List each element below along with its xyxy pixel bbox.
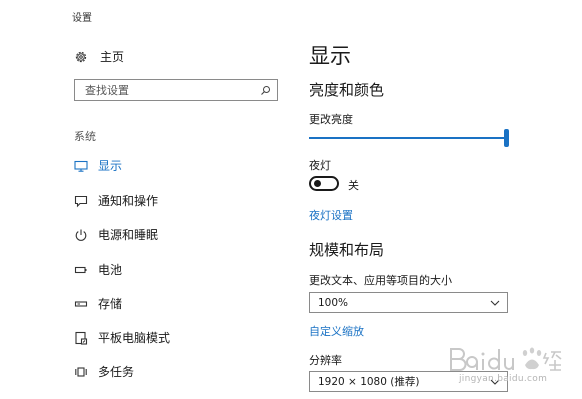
- resolution-value: 1920 × 1080 (推荐): [318, 376, 420, 388]
- chevron-down-icon: [490, 297, 500, 309]
- section-label-system: 系统: [74, 130, 96, 143]
- sidebar: 主页 系统 显示 通知和操作: [0, 0, 290, 399]
- night-light-label: 夜灯: [309, 159, 331, 172]
- search-input[interactable]: [83, 82, 260, 98]
- sidebar-item-tablet[interactable]: 平板电脑模式: [74, 329, 170, 346]
- watermark-url: jingyan.baidu.com: [459, 374, 548, 384]
- sidebar-item-multitasking[interactable]: 多任务: [74, 363, 134, 380]
- toggle-knob: [314, 180, 321, 187]
- scale-label: 更改文本、应用等项目的大小: [309, 274, 452, 287]
- main-content: 显示 亮度和颜色 更改亮度 夜灯 关 夜灯设置 规模和布局 更改文本、应用等项目…: [309, 0, 582, 399]
- page-title: 显示: [309, 44, 351, 68]
- battery-icon: [74, 263, 88, 277]
- sidebar-item-power[interactable]: 电源和睡眠: [74, 226, 158, 243]
- sidebar-item-label: 存储: [98, 297, 123, 311]
- night-light-settings-link[interactable]: 夜灯设置: [309, 207, 353, 223]
- night-light-state: 关: [348, 179, 359, 192]
- scale-dropdown[interactable]: 100%: [309, 292, 508, 313]
- nav-home[interactable]: 主页: [74, 48, 124, 65]
- monitor-icon: [74, 159, 88, 173]
- brightness-slider[interactable]: [309, 129, 509, 147]
- search-box[interactable]: [74, 79, 278, 101]
- slider-thumb[interactable]: [504, 129, 509, 147]
- sidebar-item-battery[interactable]: 电池: [74, 261, 122, 278]
- storage-icon: [74, 297, 88, 311]
- sidebar-item-storage[interactable]: 存储: [74, 295, 122, 312]
- section-heading-brightness: 亮度和颜色: [309, 81, 385, 99]
- baidu-logo: [450, 347, 562, 371]
- sidebar-item-label: 通知和操作: [98, 194, 159, 208]
- notification-icon: [74, 194, 88, 208]
- night-light-toggle[interactable]: [309, 176, 339, 191]
- sidebar-item-label: 电池: [98, 263, 123, 277]
- tablet-icon: [74, 331, 88, 345]
- sidebar-item-label: 显示: [98, 159, 123, 173]
- sidebar-item-notifications[interactable]: 通知和操作: [74, 192, 158, 209]
- multitasking-icon: [74, 365, 88, 379]
- brightness-label: 更改亮度: [309, 113, 353, 126]
- sidebar-item-label: 电源和睡眠: [98, 228, 159, 242]
- search-icon[interactable]: [260, 81, 271, 100]
- scale-value: 100%: [318, 296, 349, 309]
- sidebar-item-display[interactable]: 显示: [74, 157, 122, 174]
- section-heading-scale-layout: 规模和布局: [309, 241, 385, 259]
- slider-track: [309, 137, 509, 139]
- resolution-label: 分辨率: [309, 354, 342, 367]
- gear-icon: [74, 50, 88, 64]
- power-icon: [74, 228, 88, 242]
- custom-scaling-link[interactable]: 自定义缩放: [309, 323, 364, 339]
- sidebar-item-label: 平板电脑模式: [98, 331, 171, 345]
- baidu-watermark: jingyan.baidu.com: [445, 345, 575, 393]
- sidebar-item-label: 多任务: [98, 365, 135, 379]
- nav-home-label: 主页: [100, 50, 125, 64]
